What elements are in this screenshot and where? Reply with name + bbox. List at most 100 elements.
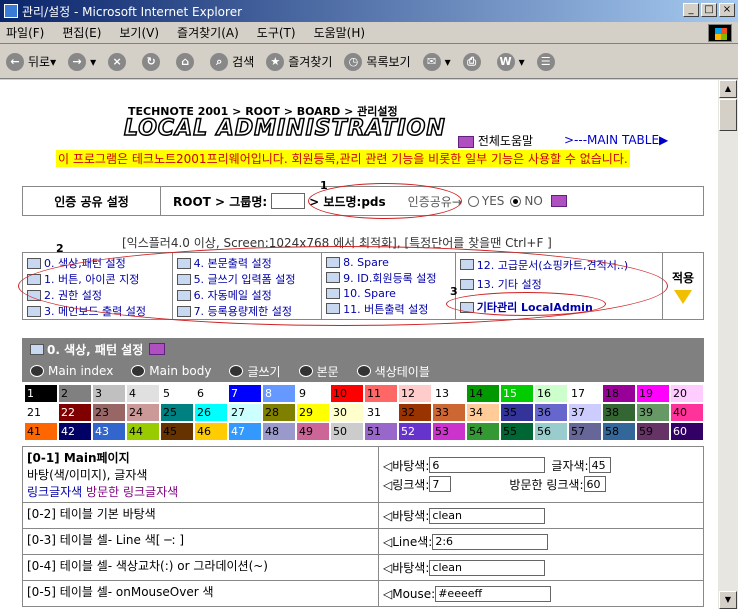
palette-swatch[interactable]: 50 (330, 422, 364, 441)
share-yes-radio[interactable] (467, 195, 479, 207)
edit-button[interactable]: W ▾ (496, 52, 525, 71)
palette-swatch[interactable]: 45 (160, 422, 194, 441)
text-color-input[interactable] (588, 457, 611, 473)
scroll-up-arrow-icon[interactable]: ▲ (719, 80, 737, 98)
history-button[interactable]: ◷ 목록보기 (344, 52, 411, 71)
palette-swatch[interactable]: 58 (602, 422, 636, 441)
palette-swatch[interactable]: 11 (364, 384, 398, 403)
palette-swatch[interactable]: 39 (636, 403, 670, 422)
tab-body[interactable]: 본문 (298, 363, 339, 380)
palette-swatch[interactable]: 30 (330, 403, 364, 422)
menu-file[interactable]: 파일(F) (6, 24, 44, 41)
palette-swatch[interactable]: 9 (296, 384, 330, 403)
back-button[interactable]: ← 뒤로 ▾ (6, 52, 56, 71)
vertical-scrollbar[interactable]: ▲ ▼ (718, 80, 738, 609)
palette-swatch[interactable]: 6 (194, 384, 228, 403)
palette-swatch[interactable]: 40 (670, 403, 704, 422)
palette-swatch[interactable]: 15 (500, 384, 534, 403)
menu-tools[interactable]: 도구(T) (257, 24, 296, 41)
palette-swatch[interactable]: 18 (602, 384, 636, 403)
group-name-input[interactable] (271, 193, 306, 209)
palette-swatch[interactable]: 33 (432, 403, 466, 422)
palette-swatch[interactable]: 57 (568, 422, 602, 441)
palette-swatch[interactable]: 55 (500, 422, 534, 441)
palette-swatch[interactable]: 13 (432, 384, 466, 403)
palette-swatch[interactable]: 31 (364, 403, 398, 422)
palette-swatch[interactable]: 59 (636, 422, 670, 441)
minimize-button[interactable]: _ (683, 3, 699, 17)
menu-help[interactable]: 도움말(H) (314, 24, 366, 41)
line-color-input[interactable] (432, 533, 549, 550)
palette-swatch[interactable]: 49 (296, 422, 330, 441)
palette-swatch[interactable]: 3 (92, 384, 126, 403)
palette-swatch[interactable]: 35 (500, 403, 534, 422)
stop-button[interactable]: × (108, 52, 130, 71)
palette-swatch[interactable]: 41 (24, 422, 58, 441)
visited-color-input[interactable] (583, 476, 606, 492)
bg-color-input[interactable] (429, 457, 546, 473)
palette-swatch[interactable]: 43 (92, 422, 126, 441)
mail-button[interactable]: ✉ ▾ (422, 52, 451, 71)
palette-swatch[interactable]: 7 (228, 384, 262, 403)
discuss-button[interactable]: ☰ (536, 52, 559, 71)
help-link[interactable]: 전체도움말 (458, 132, 533, 149)
mouseover-color-input[interactable] (435, 585, 552, 602)
menu-view[interactable]: 보기(V) (119, 24, 159, 41)
palette-swatch[interactable]: 37 (568, 403, 602, 422)
palette-swatch[interactable]: 44 (126, 422, 160, 441)
palette-swatch[interactable]: 42 (58, 422, 92, 441)
palette-swatch[interactable]: 14 (466, 384, 500, 403)
tab-main-index[interactable]: Main index (30, 364, 113, 378)
palette-swatch[interactable]: 32 (398, 403, 432, 422)
palette-swatch[interactable]: 36 (534, 403, 568, 422)
palette-swatch[interactable]: 29 (296, 403, 330, 422)
palette-swatch[interactable]: 47 (228, 422, 262, 441)
palette-swatch[interactable]: 5 (160, 384, 194, 403)
palette-swatch[interactable]: 4 (126, 384, 160, 403)
palette-swatch[interactable]: 20 (670, 384, 704, 403)
palette-swatch[interactable]: 1 (24, 384, 58, 403)
share-no-radio[interactable] (510, 195, 522, 207)
refresh-button[interactable]: ↻ (142, 52, 164, 71)
favorites-button[interactable]: ★ 즐겨찾기 (266, 52, 332, 71)
palette-swatch[interactable]: 25 (160, 403, 194, 422)
palette-swatch[interactable]: 23 (92, 403, 126, 422)
palette-swatch[interactable]: 24 (126, 403, 160, 422)
palette-swatch[interactable]: 38 (602, 403, 636, 422)
palette-swatch[interactable]: 21 (24, 403, 58, 422)
palette-swatch[interactable]: 56 (534, 422, 568, 441)
palette-swatch[interactable]: 22 (58, 403, 92, 422)
search-button[interactable]: ⌕ 검색 (210, 52, 254, 71)
palette-swatch[interactable]: 12 (398, 384, 432, 403)
palette-swatch[interactable]: 48 (262, 422, 296, 441)
palette-swatch[interactable]: 46 (194, 422, 228, 441)
palette-swatch[interactable]: 27 (228, 403, 262, 422)
apply-button[interactable]: 적용 (663, 253, 703, 319)
cell-bg-input[interactable] (429, 559, 546, 576)
palette-swatch[interactable]: 52 (398, 422, 432, 441)
palette-swatch[interactable]: 53 (432, 422, 466, 441)
palette-swatch[interactable]: 28 (262, 403, 296, 422)
scroll-down-arrow-icon[interactable]: ▼ (719, 591, 737, 609)
tab-main-body[interactable]: Main body (131, 364, 211, 378)
palette-swatch[interactable]: 16 (534, 384, 568, 403)
forward-button[interactable]: → ▾ (68, 52, 96, 71)
palette-swatch[interactable]: 8 (262, 384, 296, 403)
table-bg-input[interactable] (429, 507, 546, 524)
palette-swatch[interactable]: 10 (330, 384, 364, 403)
palette-swatch[interactable]: 17 (568, 384, 602, 403)
menu-edit[interactable]: 편집(E) (62, 24, 101, 41)
menu-favorites[interactable]: 즐겨찾기(A) (177, 24, 239, 41)
palette-swatch[interactable]: 26 (194, 403, 228, 422)
tab-write[interactable]: 글쓰기 (229, 363, 281, 380)
palette-swatch[interactable]: 2 (58, 384, 92, 403)
palette-swatch[interactable]: 51 (364, 422, 398, 441)
palette-swatch[interactable]: 60 (670, 422, 704, 441)
tab-color-table[interactable]: 색상테이블 (356, 363, 430, 380)
palette-swatch[interactable]: 34 (466, 403, 500, 422)
palette-swatch[interactable]: 54 (466, 422, 500, 441)
main-table-link[interactable]: >---MAIN TABLE▶ (564, 133, 668, 147)
home-button[interactable]: ⌂ (176, 52, 198, 71)
close-button[interactable]: × (719, 3, 735, 17)
scroll-thumb[interactable] (719, 99, 737, 131)
